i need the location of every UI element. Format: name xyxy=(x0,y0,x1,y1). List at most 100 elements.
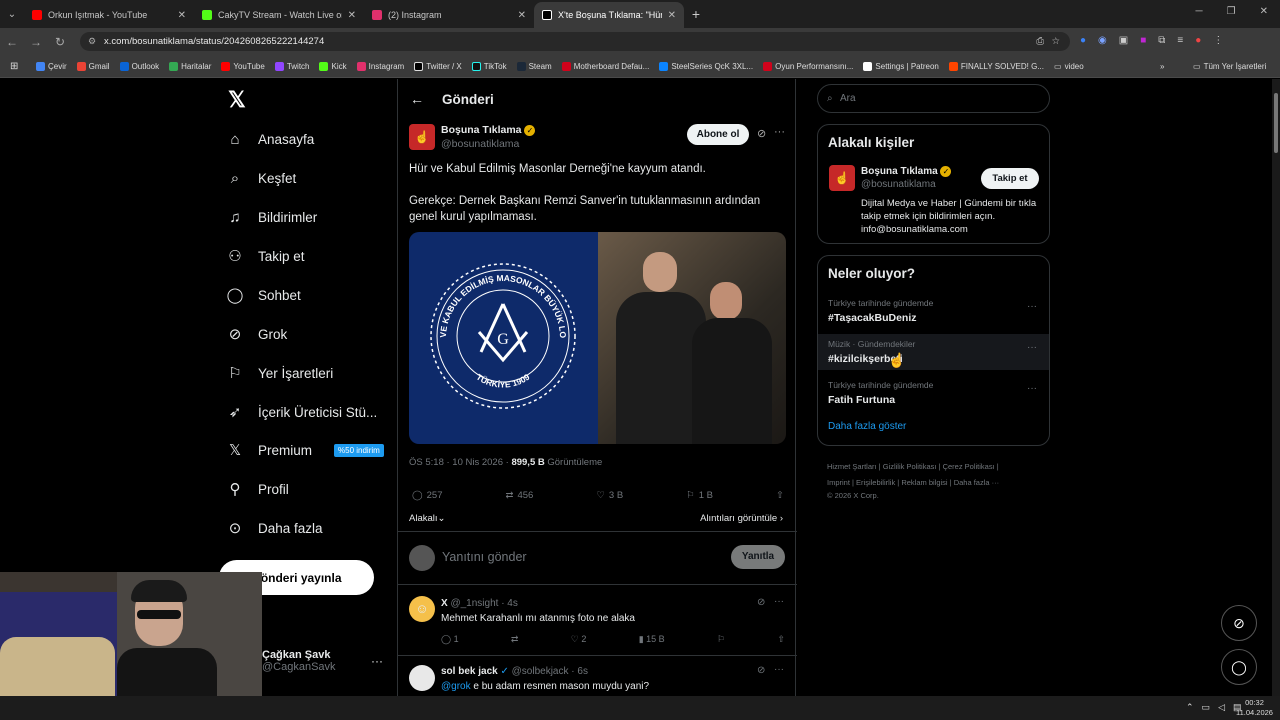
repost-action[interactable]: ⇄ 456 xyxy=(506,490,534,501)
footer-line[interactable]: Imprint | Erişilebilirlik | Reklam bilgi… xyxy=(827,475,1047,491)
author-avatar[interactable]: ☝ xyxy=(409,124,435,150)
apps-grid-icon[interactable]: ⊞ xyxy=(10,61,18,72)
extension-icon[interactable]: ◉ xyxy=(1098,35,1107,46)
chevron-up-icon[interactable]: ⌃ xyxy=(1186,702,1194,713)
bookmark-folder[interactable]: ▭ video xyxy=(1054,62,1084,71)
close-icon[interactable]: ✕ xyxy=(518,10,526,21)
like-action[interactable]: ♡ 3 B xyxy=(596,490,623,501)
bookmark-item[interactable]: SteelSeries QcK 3XL... xyxy=(659,61,753,71)
more-bookmarks-icon[interactable]: » xyxy=(1160,62,1164,71)
install-icon[interactable]: ⎙ xyxy=(1036,32,1044,51)
grok-floating-button[interactable]: ⊘ xyxy=(1221,605,1257,641)
reply-avatar[interactable]: ☺ xyxy=(409,596,435,622)
reply-item[interactable]: ☺ X @_1nsight · 4s Mehmet Karahanlı mı a… xyxy=(398,586,797,656)
url-field[interactable]: ⚙ x.com/bosunatiklama/status/20426082652… xyxy=(80,32,1070,51)
close-icon[interactable]: ✕ xyxy=(178,10,186,21)
bookmark-item[interactable]: FINALLY SOLVED! G... xyxy=(948,61,1044,71)
grok-icon[interactable]: ⊘ xyxy=(757,665,765,676)
new-tab-icon[interactable]: + xyxy=(684,6,708,22)
reply-author[interactable]: sol bek jack xyxy=(441,666,498,677)
bookmark-item[interactable]: Motherboard Defau... xyxy=(561,61,649,71)
views-action[interactable]: ▮ 15 B xyxy=(639,634,665,645)
author-handle[interactable]: @bosunatiklama xyxy=(441,138,535,150)
bookmark-item[interactable]: YouTube xyxy=(221,61,265,71)
reload-icon[interactable]: ↻ xyxy=(48,35,72,49)
bookmark-item[interactable]: TikTok xyxy=(471,61,507,71)
bookmark-item[interactable]: Instagram xyxy=(356,61,404,71)
account-more-icon[interactable]: ··· xyxy=(371,654,383,668)
more-options-icon[interactable]: ··· xyxy=(774,664,784,675)
extension-icon[interactable]: ● xyxy=(1080,35,1086,46)
bookmark-action[interactable]: ⚐ 1 B xyxy=(686,490,713,501)
reply-action[interactable]: ◯ 257 xyxy=(412,490,443,501)
browser-tab[interactable]: Orkun Işıtmak - YouTube ✕ xyxy=(24,2,194,28)
close-window-icon[interactable]: ✕ xyxy=(1260,6,1268,17)
reply-input[interactable]: Yanıtını gönder xyxy=(442,550,527,564)
nav-item-premium[interactable]: 𝕏 Premium %50 indirim xyxy=(226,441,384,459)
close-icon[interactable]: ✕ xyxy=(348,10,356,21)
bookmark-star-icon[interactable]: ☆ xyxy=(1051,32,1060,51)
bookmark-item[interactable]: Haritalar xyxy=(169,61,211,71)
related-avatar[interactable]: ☝ xyxy=(829,165,855,191)
more-options-icon[interactable]: ··· xyxy=(1027,342,1037,353)
trend-item[interactable]: Türkiye tarihinde gündemde Fatih Furtuna… xyxy=(818,375,1049,411)
reply-button[interactable]: Yanıtla xyxy=(731,545,785,569)
tab-search-icon[interactable]: ⌄ xyxy=(0,9,24,20)
back-icon[interactable]: ← xyxy=(0,35,24,49)
network-icon[interactable]: ▭ xyxy=(1202,702,1211,713)
nav-item-more[interactable]: ⊙ Daha fazla xyxy=(226,519,323,537)
post-media[interactable]: HÜR VE KABUL EDİLMİŞ MASONLAR BÜYÜK LOCA… xyxy=(409,232,786,444)
back-arrow-icon[interactable]: ← xyxy=(410,91,424,107)
trend-item[interactable]: Türkiye tarihinde gündemde #TaşacakBuDen… xyxy=(818,293,1049,329)
extension-icon[interactable]: ■ xyxy=(1140,35,1146,46)
profile-icon[interactable]: ● xyxy=(1195,35,1201,46)
reply-avatar[interactable] xyxy=(409,665,435,691)
browser-tab-active[interactable]: X'te Boşuna Tıklama: "Hür ve K... ✕ xyxy=(534,2,684,28)
related-handle[interactable]: @bosunatiklama xyxy=(861,179,951,190)
grok-icon[interactable]: ⊘ xyxy=(757,127,766,140)
minimize-icon[interactable]: ─ xyxy=(1196,6,1203,17)
reply-action[interactable]: ◯ 1 xyxy=(441,634,459,645)
site-info-icon[interactable]: ⚙ xyxy=(88,32,96,51)
more-options-icon[interactable]: ··· xyxy=(1027,383,1037,394)
bookmark-icon[interactable]: ⚐ xyxy=(717,634,725,645)
speaker-icon[interactable]: ◁ xyxy=(1218,702,1225,713)
media-icon[interactable]: ≡ xyxy=(1177,35,1183,46)
bookmark-item[interactable]: Outlook xyxy=(119,61,159,71)
close-icon[interactable]: ✕ xyxy=(668,10,676,21)
scroll-thumb[interactable] xyxy=(1274,93,1278,153)
browser-tab[interactable]: CakyTV Stream - Watch Live on ✕ xyxy=(194,2,364,28)
messages-floating-button[interactable]: ◯ xyxy=(1221,649,1257,685)
bookmark-item[interactable]: Settings | Patreon xyxy=(863,61,939,71)
bookmark-item[interactable]: Steam xyxy=(516,61,552,71)
bookmark-item[interactable]: Twitch xyxy=(274,61,309,71)
nav-item-creator-studio[interactable]: ➶ İçerik Üreticisi Stü... xyxy=(226,403,378,421)
forward-icon[interactable]: → xyxy=(24,35,48,49)
more-options-icon[interactable]: ··· xyxy=(1027,301,1037,312)
extensions-puzzle-icon[interactable]: ⧉ xyxy=(1158,35,1165,46)
more-options-icon[interactable]: ··· xyxy=(774,596,784,607)
page-scrollbar[interactable] xyxy=(1272,79,1280,696)
repost-icon[interactable]: ⇄ xyxy=(511,634,519,645)
nav-item-chat[interactable]: ◯ Sohbet xyxy=(226,286,301,304)
account-switcher[interactable]: Çağkan Şavk @CagkanSavk xyxy=(262,649,336,673)
related-name[interactable]: Boşuna Tıklama xyxy=(861,166,938,177)
reply-author[interactable]: X xyxy=(441,598,448,609)
nav-item-notifications[interactable]: ♫ Bildirimler xyxy=(226,208,317,226)
clock[interactable]: 00:32 11.04.2026 xyxy=(1236,698,1273,718)
bookmark-item[interactable]: Kick xyxy=(319,61,347,71)
grok-icon[interactable]: ⊘ xyxy=(757,597,765,608)
author-name[interactable]: Boşuna Tıklama xyxy=(441,124,522,136)
post-timestamp[interactable]: ÖS 5:18 · 10 Nis 2026 · xyxy=(409,457,509,468)
bookmark-item[interactable]: Oyun Performansını... xyxy=(763,61,853,71)
nav-item-explore[interactable]: ⌕ Keşfet xyxy=(226,169,296,187)
reply-item[interactable]: sol bek jack ✓ @solbekjack · 6s @grok e … xyxy=(398,657,797,696)
footer-line[interactable]: Hizmet Şartları | Gizlilik Politikası | … xyxy=(827,459,1047,475)
subscribe-button[interactable]: Abone ol xyxy=(687,124,749,145)
follow-button[interactable]: Takip et xyxy=(981,168,1039,189)
menu-icon[interactable]: ⋮ xyxy=(1213,35,1223,46)
nav-item-grok[interactable]: ⊘ Grok xyxy=(226,325,288,343)
restore-icon[interactable]: ❐ xyxy=(1227,6,1236,17)
nav-item-follow[interactable]: ⚇ Takip et xyxy=(226,247,304,265)
bookmark-item[interactable]: Twitter / X xyxy=(414,61,462,71)
